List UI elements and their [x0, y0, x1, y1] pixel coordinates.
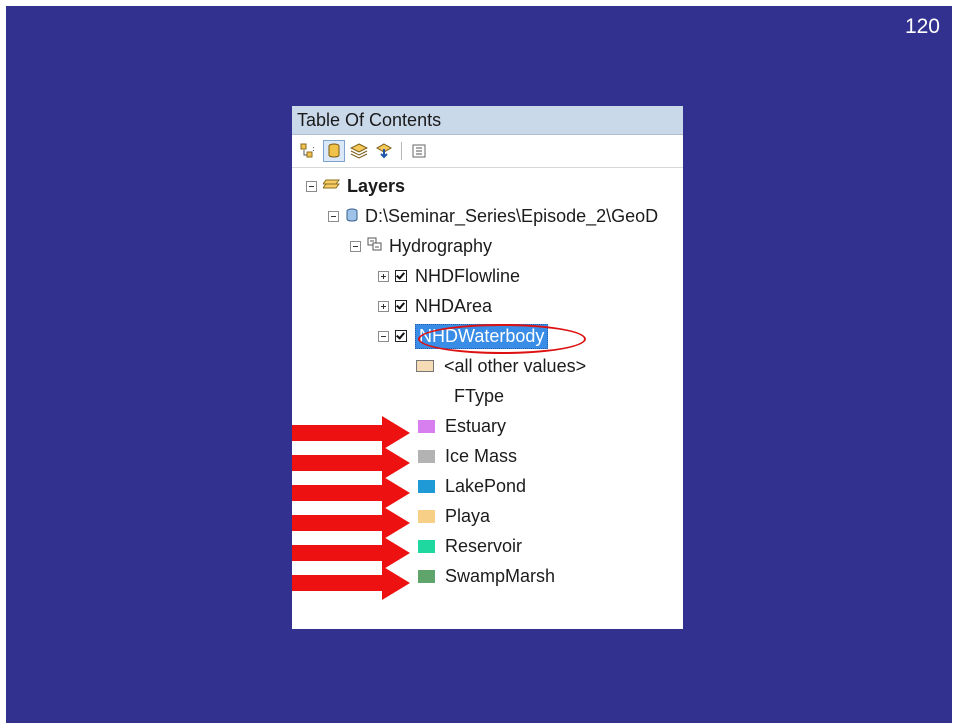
layer-nhdflowline[interactable]: NHDFlowline: [378, 261, 520, 291]
layer-label: NHDFlowline: [415, 265, 521, 286]
legend-label: LakePond: [445, 475, 527, 496]
page-number: 120: [904, 15, 940, 38]
visibility-checkbox[interactable]: [395, 300, 407, 312]
feature-dataset-node[interactable]: Hydrography: [350, 231, 492, 261]
layer-nhdarea[interactable]: NHDArea: [378, 291, 492, 321]
all-other-values-item: <all other values>: [416, 351, 586, 381]
red-arrow-icon: [292, 476, 410, 510]
collapse-icon[interactable]: [306, 180, 317, 192]
legend-label: Reservoir: [445, 535, 523, 556]
list-by-selection-icon[interactable]: [373, 140, 395, 162]
legend-label: Estuary: [445, 415, 507, 436]
svg-text::: :: [312, 144, 315, 153]
legend-item-reservoir: Reservoir: [418, 531, 522, 561]
source-path-label: D:\Seminar_Series\Episode_2\GeoD: [365, 205, 659, 226]
group-label: Hydrography: [389, 235, 493, 256]
visibility-checkbox[interactable]: [395, 330, 407, 342]
field-header: FType: [454, 381, 504, 411]
red-arrow-icon: [292, 446, 410, 480]
legend-item-estuary: Estuary: [418, 411, 506, 441]
collapse-icon[interactable]: [350, 240, 361, 252]
symbol-swatch: [418, 449, 435, 463]
layer-label: NHDArea: [415, 295, 493, 316]
symbol-swatch: [418, 539, 435, 553]
red-arrow-icon: [292, 566, 410, 600]
toolbar-separator: [401, 142, 402, 160]
list-by-drawing-order-icon[interactable]: :: [298, 140, 320, 162]
legend-item-swampmarsh: SwampMarsh: [418, 561, 555, 591]
visibility-checkbox[interactable]: [395, 270, 407, 282]
legend-label: Playa: [445, 505, 491, 526]
data-frame-icon: [322, 176, 341, 197]
legend-item-ice-mass: Ice Mass: [418, 441, 517, 471]
collapse-icon[interactable]: [378, 330, 389, 342]
highlight-oval: [418, 324, 586, 354]
layers-node[interactable]: Layers: [306, 171, 405, 201]
expand-icon[interactable]: [378, 300, 389, 312]
red-arrow-icon: [292, 416, 410, 450]
legend-label: <all other values>: [444, 355, 587, 376]
options-icon[interactable]: [408, 140, 430, 162]
field-label: FType: [454, 385, 505, 406]
red-arrow-icon: [292, 506, 410, 540]
legend-label: Ice Mass: [445, 445, 518, 466]
symbol-swatch: [416, 360, 434, 372]
legend-label: SwampMarsh: [445, 565, 556, 586]
list-by-source-icon[interactable]: [323, 140, 345, 162]
toc-toolbar: :: [292, 135, 683, 168]
list-by-visibility-icon[interactable]: [348, 140, 370, 162]
symbol-swatch: [418, 569, 435, 583]
source-node[interactable]: D:\Seminar_Series\Episode_2\GeoD: [328, 201, 658, 231]
layers-label: Layers: [347, 175, 406, 196]
database-icon: [345, 206, 359, 227]
panel-title: Table Of Contents: [292, 106, 683, 135]
feature-dataset-icon: [367, 236, 383, 257]
red-arrow-icon: [292, 536, 410, 570]
expand-icon[interactable]: [378, 270, 389, 282]
legend-item-lakepond: LakePond: [418, 471, 526, 501]
symbol-swatch: [418, 479, 435, 493]
symbol-swatch: [418, 419, 435, 433]
symbol-swatch: [418, 509, 435, 523]
collapse-icon[interactable]: [328, 210, 339, 222]
legend-item-playa: Playa: [418, 501, 490, 531]
